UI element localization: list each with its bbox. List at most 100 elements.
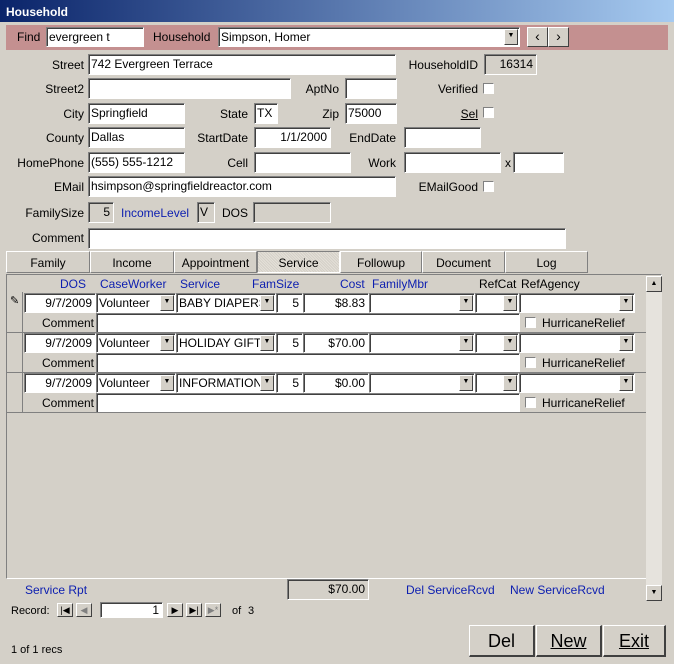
tab-followup[interactable]: Followup (340, 251, 422, 273)
chevron-down-icon[interactable]: ▼ (619, 335, 633, 351)
del-servicercvd-link[interactable]: Del ServiceRcvd (406, 583, 495, 597)
row-service[interactable]: INFORMATION ▼ (176, 373, 276, 393)
comment-input[interactable] (88, 228, 566, 249)
chevron-down-icon[interactable]: ▼ (619, 375, 633, 391)
row-cost[interactable]: $8.83 (303, 293, 369, 313)
tab-document-label: Document (436, 256, 491, 270)
chevron-down-icon[interactable]: ▼ (260, 375, 274, 391)
row-selector[interactable] (7, 333, 23, 373)
sel-checkbox[interactable] (483, 107, 494, 118)
row-refcat[interactable]: ▼ (475, 293, 519, 313)
row-cost[interactable]: $0.00 (303, 373, 369, 393)
prev-record-icon[interactable]: ◀ (76, 603, 92, 617)
row-refcat[interactable]: ▼ (475, 333, 519, 353)
last-record-icon[interactable]: ▶| (186, 603, 202, 617)
row-selector[interactable] (7, 373, 23, 413)
tab-log[interactable]: Log (505, 251, 588, 273)
row-hurricane-checkbox[interactable] (525, 397, 536, 408)
cell-input[interactable] (254, 152, 351, 173)
find-label: Find (17, 30, 41, 44)
chevron-down-icon[interactable]: ▼ (260, 295, 274, 311)
chevron-down-icon[interactable]: ▼ (260, 335, 274, 351)
startdate-input[interactable]: 1/1/2000 (254, 127, 331, 148)
tab-family[interactable]: Family (6, 251, 90, 273)
new-button[interactable]: New (536, 625, 602, 657)
row-comment-input[interactable] (96, 353, 520, 373)
row-service[interactable]: HOLIDAY GIFT ▼ (176, 333, 276, 353)
row-refagency[interactable]: ▼ (519, 373, 635, 393)
row-famsize[interactable]: 5 (276, 333, 303, 353)
row-caseworker[interactable]: Volunteer ▼ (96, 373, 176, 393)
zip-input[interactable]: 75000 (345, 103, 397, 124)
next-household-button[interactable]: › (548, 27, 569, 47)
chevron-down-icon[interactable]: ▼ (160, 375, 174, 391)
street2-input[interactable] (88, 78, 291, 99)
tab-income[interactable]: Income (90, 251, 174, 273)
first-record-icon[interactable]: |◀ (57, 603, 73, 617)
tab-appointment[interactable]: Appointment (174, 251, 257, 273)
row-dos[interactable]: 9/7/2009 (24, 373, 96, 393)
row-famsize[interactable]: 5 (276, 373, 303, 393)
vertical-scrollbar[interactable] (646, 276, 662, 601)
city-input[interactable]: Springfield (88, 103, 185, 124)
tab-document[interactable]: Document (422, 251, 505, 273)
aptno-input[interactable] (345, 78, 397, 99)
state-input[interactable]: TX (254, 103, 278, 124)
email-input[interactable]: hsimpson@springfieldreactor.com (88, 176, 396, 197)
chevron-down-icon[interactable]: ▼ (503, 335, 517, 351)
row-cost[interactable]: $70.00 (303, 333, 369, 353)
exit-button[interactable]: Exit (603, 625, 666, 657)
chevron-down-icon[interactable]: ▼ (619, 295, 633, 311)
ext-input[interactable] (513, 152, 564, 173)
chevron-down-icon[interactable]: ▼ (160, 295, 174, 311)
chevron-down-icon[interactable]: ▼ (459, 295, 473, 311)
emailgood-checkbox[interactable] (483, 181, 494, 192)
row-refagency[interactable]: ▼ (519, 293, 635, 313)
chevron-down-icon[interactable]: ▼ (459, 335, 473, 351)
record-number-input[interactable]: 1 (100, 602, 163, 618)
row-comment-input[interactable] (96, 313, 520, 333)
row-hurricane-checkbox[interactable] (525, 357, 536, 368)
row-familymbr[interactable]: ▼ (369, 293, 475, 313)
new-record-icon[interactable]: ▶* (205, 603, 221, 617)
chevron-down-icon[interactable]: ▼ (503, 295, 517, 311)
del-button[interactable]: Del (469, 625, 535, 657)
row-caseworker-value: Volunteer (99, 296, 150, 310)
row-hurricane-label: HurricaneRelief (542, 356, 625, 370)
row-dos[interactable]: 9/7/2009 (24, 293, 96, 313)
row-service[interactable]: BABY DIAPERS ▼ (176, 293, 276, 313)
verified-checkbox[interactable] (483, 83, 494, 94)
street-input[interactable]: 742 Evergreen Terrace (88, 54, 396, 75)
chevron-down-icon[interactable]: ▼ (503, 375, 517, 391)
household-combo[interactable]: Simpson, Homer ▼ (218, 27, 520, 47)
homephone-input[interactable]: (555) 555-1212 (88, 152, 185, 173)
row-familymbr[interactable]: ▼ (369, 373, 475, 393)
next-record-icon[interactable]: ▶ (167, 603, 183, 617)
row-refcat[interactable]: ▼ (475, 373, 519, 393)
row-famsize[interactable]: 5 (276, 293, 303, 313)
row-selector[interactable]: ✎ (7, 292, 23, 332)
service-rpt-link[interactable]: Service Rpt (25, 583, 87, 597)
chevron-down-icon[interactable]: ▼ (160, 335, 174, 351)
scroll-up-icon[interactable]: ▲ (646, 276, 662, 292)
sel-label: Sel (396, 107, 478, 121)
work-input[interactable] (404, 152, 501, 173)
chevron-down-icon[interactable]: ▼ (459, 375, 473, 391)
row-comment-input[interactable] (96, 393, 520, 413)
prev-household-button[interactable]: ‹ (527, 27, 548, 47)
row-dos[interactable]: 9/7/2009 (24, 333, 96, 353)
startdate-label: StartDate (197, 131, 248, 145)
tab-service[interactable]: Service (257, 251, 340, 273)
homephone-label: HomePhone (17, 156, 84, 170)
row-refagency[interactable]: ▼ (519, 333, 635, 353)
row-caseworker[interactable]: Volunteer ▼ (96, 293, 176, 313)
new-servicercvd-link[interactable]: New ServiceRcvd (510, 583, 605, 597)
find-input[interactable]: evergreen t (46, 27, 144, 47)
enddate-input[interactable] (404, 127, 481, 148)
row-familymbr[interactable]: ▼ (369, 333, 475, 353)
county-input[interactable]: Dallas (88, 127, 185, 148)
chevron-down-icon[interactable]: ▼ (504, 29, 518, 45)
scroll-down-icon[interactable]: ▼ (646, 585, 662, 601)
row-caseworker[interactable]: Volunteer ▼ (96, 333, 176, 353)
row-hurricane-checkbox[interactable] (525, 317, 536, 328)
